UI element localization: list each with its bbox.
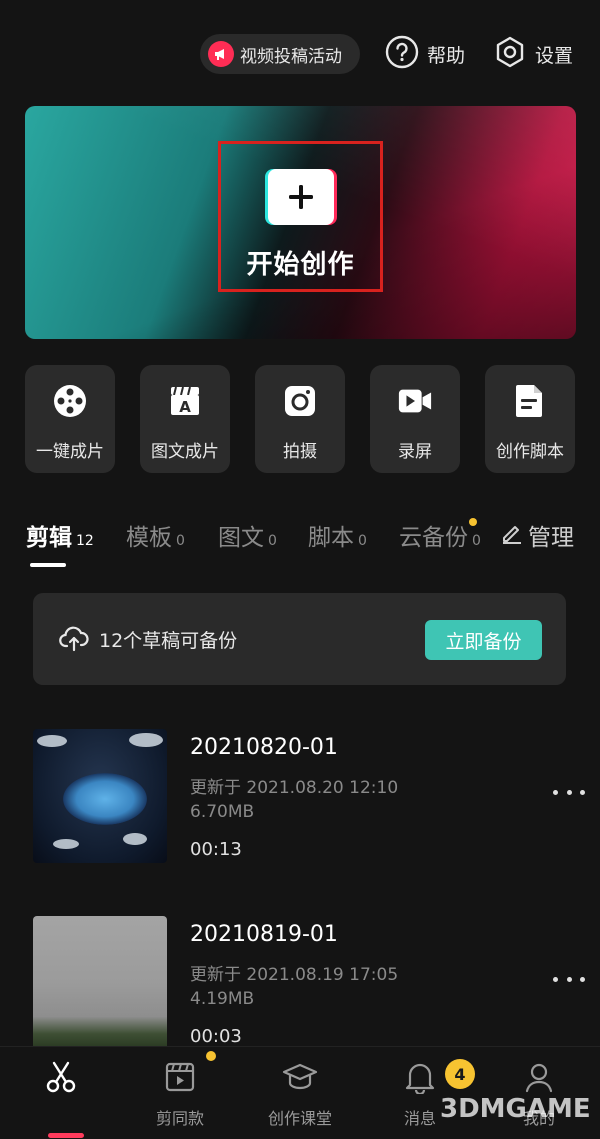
tab-count: 0	[472, 533, 481, 549]
screen-record-icon	[397, 383, 433, 419]
draft-tabs: 剪辑 12 模板 0 图文 0 脚本 0 云备份 0 管理	[0, 518, 600, 568]
draft-title: 20210820-01	[190, 735, 338, 760]
svg-text:A: A	[179, 398, 191, 416]
gear-icon	[493, 35, 527, 73]
tab-script[interactable]: 脚本 0	[308, 518, 367, 552]
promo-button[interactable]: 视频投稿活动	[200, 34, 360, 74]
watermark: 3DMGAME	[440, 1094, 591, 1124]
start-creation-banner[interactable]: 开始创作	[25, 106, 576, 339]
help-label: 帮助	[427, 44, 466, 67]
draft-size: 6.70MB	[190, 802, 255, 822]
promo-label: 视频投稿活动	[240, 46, 342, 67]
pencil-icon	[500, 521, 524, 549]
tab-image-text[interactable]: 图文 0	[218, 518, 277, 552]
nav-label: 创作课堂	[267, 1109, 332, 1128]
active-tab-indicator	[30, 563, 66, 567]
tab-name: 图文	[218, 525, 264, 551]
draft-item[interactable]: 20210820-01 更新于 2021.08.20 12:10 6.70MB …	[33, 729, 593, 869]
graduation-cap-icon	[282, 1059, 318, 1095]
manage-label: 管理	[528, 525, 574, 551]
templates-new-dot	[206, 1051, 216, 1061]
clapboard-text-icon: A	[167, 383, 203, 419]
more-options-icon[interactable]	[553, 787, 585, 797]
backup-card: 12个草稿可备份 立即备份	[33, 593, 566, 685]
tab-edit[interactable]: 剪辑 12	[26, 518, 94, 552]
draft-duration: 00:03	[190, 1026, 242, 1047]
template-clapper-icon	[162, 1059, 198, 1095]
more-options-icon[interactable]	[553, 974, 585, 984]
draft-updated-time: 更新于 2021.08.20 12:10	[190, 778, 399, 798]
tool-label: 图文成片	[151, 442, 219, 462]
tab-count: 0	[176, 533, 185, 549]
backup-now-button[interactable]: 立即备份	[425, 620, 542, 660]
tab-name: 模板	[126, 525, 172, 551]
nav-templates[interactable]: 剪同款	[125, 1047, 235, 1139]
start-creation-label: 开始创作	[246, 250, 355, 280]
draft-item[interactable]: 20210819-01 更新于 2021.08.19 17:05 4.19MB …	[33, 916, 593, 1056]
tab-template[interactable]: 模板 0	[126, 518, 185, 552]
start-creation-button[interactable]: 开始创作	[218, 141, 383, 292]
tool-shoot[interactable]: 拍摄	[255, 365, 345, 473]
manage-button[interactable]: 管理	[500, 518, 574, 552]
draft-thumbnail	[33, 916, 167, 1050]
draft-size: 4.19MB	[190, 989, 255, 1009]
help-button[interactable]: 帮助	[385, 34, 465, 74]
settings-label: 设置	[535, 44, 574, 67]
nav-label: 剪同款	[155, 1109, 204, 1128]
messages-badge: 4	[445, 1059, 475, 1089]
tool-label: 拍摄	[283, 442, 317, 462]
draft-title: 20210819-01	[190, 922, 338, 947]
nav-profile[interactable]: 我的	[484, 1047, 594, 1139]
bottom-navigation: 剪同款 创作课堂 4 消息 我的	[0, 1046, 600, 1139]
tab-name: 云备份	[399, 525, 468, 551]
draft-duration: 00:13	[190, 839, 242, 860]
tab-name: 剪辑	[26, 525, 72, 551]
help-icon	[385, 35, 419, 73]
plus-icon	[268, 169, 334, 225]
top-bar: 视频投稿活动 帮助 设置	[0, 30, 600, 78]
tool-label: 录屏	[398, 442, 432, 462]
tool-screen-record[interactable]: 录屏	[370, 365, 460, 473]
quick-tools: 一键成片 A 图文成片 拍摄 录屏 创作脚本	[25, 365, 576, 475]
megaphone-icon	[208, 41, 234, 67]
tool-one-click-video[interactable]: 一键成片	[25, 365, 115, 473]
tab-name: 脚本	[308, 525, 354, 551]
tool-label: 创作脚本	[496, 442, 564, 462]
tool-creation-script[interactable]: 创作脚本	[485, 365, 575, 473]
tab-count: 0	[268, 533, 277, 549]
nav-messages[interactable]: 4 消息	[365, 1047, 475, 1139]
tool-text-to-video[interactable]: A 图文成片	[140, 365, 230, 473]
scissors-icon	[43, 1059, 79, 1095]
camera-icon	[282, 383, 318, 419]
tab-count: 0	[358, 533, 367, 549]
cloud-backup-dot	[469, 518, 477, 526]
nav-creation-class[interactable]: 创作课堂	[245, 1047, 355, 1139]
script-document-icon	[512, 383, 548, 419]
profile-icon	[521, 1059, 557, 1095]
settings-button[interactable]: 设置	[493, 34, 573, 74]
draft-thumbnail	[33, 729, 167, 863]
tab-count: 12	[76, 533, 94, 549]
bell-icon	[402, 1059, 438, 1095]
nav-edit[interactable]	[6, 1047, 116, 1139]
nav-active-indicator	[48, 1133, 84, 1138]
draft-updated-time: 更新于 2021.08.19 17:05	[190, 965, 399, 985]
film-reel-icon	[52, 383, 88, 419]
backup-text: 12个草稿可备份	[99, 630, 238, 652]
cloud-upload-icon	[59, 626, 89, 656]
tool-label: 一键成片	[36, 442, 104, 462]
